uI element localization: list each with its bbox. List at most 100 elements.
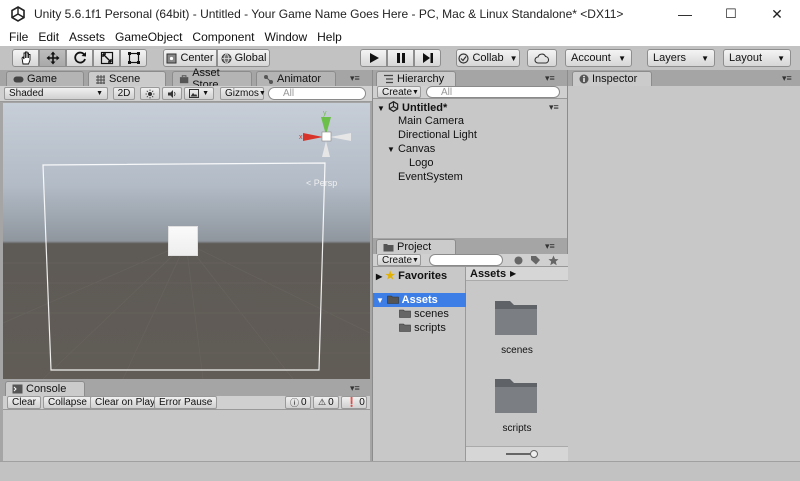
panel-menu-icon[interactable]: ▾≡ bbox=[545, 241, 555, 252]
menu-assets[interactable]: Assets bbox=[64, 30, 110, 44]
label-tag-icon[interactable] bbox=[530, 255, 541, 266]
console-collapse-button[interactable]: Collapse bbox=[43, 396, 92, 409]
close-button[interactable]: ✕ bbox=[754, 0, 800, 28]
step-button[interactable] bbox=[414, 49, 441, 67]
tree-scenes-item[interactable]: scenes bbox=[399, 308, 449, 320]
hierarchy-item-canvas[interactable]: ▼ Canvas bbox=[387, 143, 435, 155]
hierarchy-tabstrip: Hierarchy ▾≡ bbox=[373, 70, 567, 86]
hierarchy-search-placeholder: All bbox=[441, 86, 453, 98]
tab-hierarchy-label: Hierarchy bbox=[397, 73, 445, 85]
scene-root-item[interactable]: ▼ Untitled* bbox=[377, 100, 447, 114]
panel-menu-icon[interactable]: ▾≡ bbox=[350, 383, 360, 394]
scene-search-input[interactable]: All bbox=[268, 87, 366, 100]
layers-dropdown[interactable]: Layers ▼ bbox=[647, 49, 715, 67]
speaker-icon bbox=[168, 89, 176, 98]
rotate-icon bbox=[73, 51, 86, 64]
dropdown-arrow-icon: ▼ bbox=[202, 90, 209, 97]
tab-animator[interactable]: Animator bbox=[256, 71, 336, 86]
tab-game[interactable]: Game bbox=[6, 71, 84, 86]
scale-tool-button[interactable] bbox=[93, 49, 120, 67]
gizmos-dropdown[interactable]: Gizmos ▼ bbox=[220, 87, 266, 100]
rect-tool-button[interactable] bbox=[120, 49, 147, 67]
collab-dropdown[interactable]: Collab ▼ bbox=[456, 49, 520, 67]
favorites-item[interactable]: ▶ ★ Favorites bbox=[376, 269, 447, 282]
hierarchy-item-directional-light[interactable]: Directional Light bbox=[398, 129, 477, 141]
panel-menu-icon[interactable]: ▾≡ bbox=[782, 73, 792, 84]
status-bar bbox=[0, 461, 800, 481]
tree-scripts-item[interactable]: scripts bbox=[399, 322, 446, 334]
tab-console[interactable]: Console bbox=[5, 381, 85, 396]
filter-by-type-icon[interactable] bbox=[513, 255, 524, 266]
scene-options-icon[interactable]: ▾≡ bbox=[549, 102, 559, 113]
hierarchy-list-icon bbox=[384, 74, 393, 84]
scene-effects-dropdown[interactable]: ▼ bbox=[184, 87, 214, 100]
minimize-button[interactable]: — bbox=[662, 0, 708, 28]
tab-animator-label: Animator bbox=[277, 73, 322, 85]
folder-icon bbox=[383, 243, 394, 251]
menu-file[interactable]: File bbox=[4, 30, 33, 44]
menu-edit[interactable]: Edit bbox=[33, 30, 64, 44]
hand-icon bbox=[21, 51, 30, 65]
scene-orientation-gizmo[interactable]: y x bbox=[299, 109, 359, 169]
shading-mode-dropdown[interactable]: Shaded ▼ bbox=[4, 87, 108, 100]
panel-menu-icon[interactable]: ▾≡ bbox=[350, 73, 360, 84]
panel-menu-icon[interactable]: ▾≡ bbox=[545, 73, 555, 84]
console-warning-toggle[interactable]: ⚠ 0 bbox=[313, 396, 339, 409]
pivot-center-toggle[interactable]: Center bbox=[163, 49, 217, 67]
maximize-button[interactable]: ☐ bbox=[708, 0, 754, 28]
console-log-area[interactable] bbox=[3, 410, 370, 461]
layout-dropdown[interactable]: Layout ▼ bbox=[723, 49, 791, 67]
asset-folder-scripts[interactable] bbox=[493, 375, 539, 417]
asset-folder-scenes[interactable] bbox=[493, 297, 539, 339]
persp-label[interactable]: < Persp bbox=[306, 178, 337, 188]
icon-size-slider-thumb[interactable] bbox=[530, 450, 538, 458]
scene-viewport[interactable]: y x < Persp bbox=[3, 103, 370, 379]
hierarchy-search-input[interactable]: All bbox=[426, 86, 560, 98]
star-icon[interactable] bbox=[548, 255, 559, 266]
hand-tool-button[interactable] bbox=[12, 49, 39, 67]
hierarchy-item-main-camera[interactable]: Main Camera bbox=[398, 115, 464, 127]
scene-audio-toggle[interactable] bbox=[162, 87, 182, 100]
cloud-button[interactable] bbox=[527, 49, 557, 67]
project-search-input[interactable] bbox=[429, 254, 503, 266]
console-log-toggle[interactable]: ⓘ 0 bbox=[285, 396, 311, 409]
hierarchy-create-button[interactable]: Create ▼ bbox=[377, 86, 421, 98]
play-button[interactable] bbox=[360, 49, 387, 67]
gizmos-label: Gizmos bbox=[225, 88, 259, 99]
svg-text:y: y bbox=[323, 110, 327, 117]
tab-project[interactable]: Project bbox=[376, 239, 456, 254]
info-icon bbox=[579, 74, 589, 84]
move-tool-button[interactable] bbox=[39, 49, 66, 67]
tree-assets-item[interactable]: ▼ Assets bbox=[376, 294, 438, 306]
pivot-global-toggle[interactable]: Global bbox=[217, 49, 270, 67]
pause-button[interactable] bbox=[387, 49, 414, 67]
menu-help[interactable]: Help bbox=[312, 30, 347, 44]
tab-asset-store[interactable]: Asset Store bbox=[172, 67, 252, 91]
error-circle-icon: ❗ bbox=[346, 397, 358, 407]
project-create-button[interactable]: Create ▼ bbox=[377, 254, 421, 266]
tab-scene[interactable]: Scene bbox=[88, 71, 166, 86]
menu-window[interactable]: Window bbox=[259, 30, 312, 44]
rotate-tool-button[interactable] bbox=[66, 49, 93, 67]
project-asset-grid: Assets ▶ scenes scripts bbox=[466, 267, 568, 461]
breadcrumb-assets[interactable]: Assets bbox=[470, 268, 506, 280]
logo-image[interactable] bbox=[168, 226, 198, 256]
svg-text:x: x bbox=[299, 134, 303, 141]
image-effects-icon bbox=[189, 89, 199, 98]
hierarchy-item-eventsystem[interactable]: EventSystem bbox=[398, 171, 463, 183]
account-dropdown[interactable]: Account ▼ bbox=[565, 49, 632, 67]
favorites-label: Favorites bbox=[398, 270, 448, 282]
tab-console-label: Console bbox=[26, 383, 67, 395]
scene-lighting-toggle[interactable] bbox=[140, 87, 160, 100]
menu-component[interactable]: Component bbox=[187, 30, 259, 44]
menu-gameobject[interactable]: GameObject bbox=[110, 30, 187, 44]
console-clear-on-play-button[interactable]: Clear on Play bbox=[90, 396, 161, 409]
console-error-toggle[interactable]: ❗ 0 bbox=[341, 396, 367, 409]
tab-inspector[interactable]: Inspector bbox=[572, 71, 652, 86]
console-error-pause-button[interactable]: Error Pause bbox=[154, 396, 218, 409]
toggle-2d-button[interactable]: 2D bbox=[113, 87, 135, 100]
hierarchy-item-logo[interactable]: Logo bbox=[409, 157, 433, 169]
tab-hierarchy[interactable]: Hierarchy bbox=[376, 71, 456, 86]
create-label: Create bbox=[382, 86, 413, 98]
console-clear-button[interactable]: Clear bbox=[7, 396, 41, 409]
